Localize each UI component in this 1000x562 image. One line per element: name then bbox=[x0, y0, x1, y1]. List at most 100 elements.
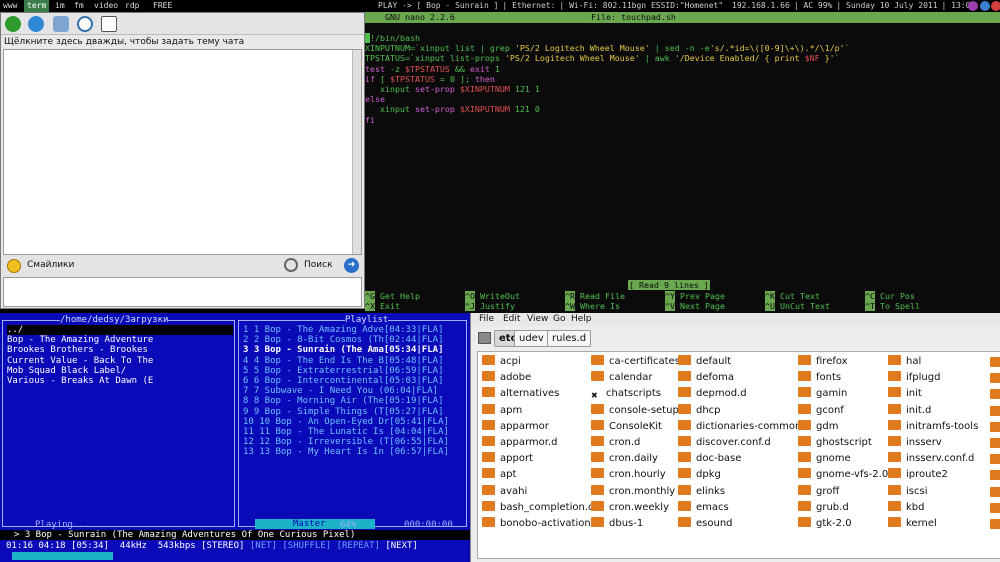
info-icon[interactable] bbox=[28, 16, 44, 32]
folder-item[interactable]: ca-certificates bbox=[591, 354, 680, 370]
folder-item[interactable]: discover.conf.d bbox=[678, 435, 796, 451]
file-entry[interactable]: Various - Breaks At Dawn (E bbox=[7, 376, 233, 386]
folder-item[interactable]: ifplugd bbox=[888, 370, 998, 386]
chat-messages[interactable] bbox=[3, 49, 362, 255]
send-icon[interactable]: ➜ bbox=[344, 258, 359, 273]
file-entry[interactable]: Bop - The Amazing Adventure bbox=[7, 335, 233, 345]
folder-item[interactable]: iproute2 bbox=[888, 467, 998, 483]
folder-item[interactable]: acpi bbox=[482, 354, 590, 370]
tray-icon[interactable] bbox=[980, 1, 990, 11]
folder-item[interactable]: esound bbox=[678, 516, 796, 532]
code-editor[interactable]: #!/bin/bash XINPUTNUM=`xinput list | grep… bbox=[365, 33, 850, 125]
folder-item[interactable]: ConsoleKit bbox=[591, 419, 677, 435]
file-list[interactable]: ../Bop - The Amazing Adventure Brookes Br… bbox=[7, 325, 233, 386]
workspace-www[interactable]: www bbox=[0, 0, 20, 12]
folder-item[interactable]: hal bbox=[888, 354, 998, 370]
folder-item[interactable]: bash_completion.d bbox=[482, 500, 594, 516]
smiley-icon[interactable] bbox=[7, 259, 21, 273]
workspace-video[interactable]: video bbox=[91, 0, 121, 12]
search-button[interactable]: Поиск bbox=[304, 260, 333, 270]
folder-item[interactable]: gconf bbox=[798, 403, 886, 419]
folder-item[interactable]: kernel bbox=[888, 516, 998, 532]
playlist-track[interactable]: 7 7 Subwave - I Need You (06:04|FLA] bbox=[243, 386, 465, 396]
folder-item[interactable]: init bbox=[888, 386, 998, 402]
folder-item[interactable]: cron.hourly bbox=[591, 467, 677, 483]
file-entry[interactable]: ../ bbox=[7, 325, 233, 336]
chat-scrollbar[interactable] bbox=[352, 50, 361, 254]
folder-item[interactable]: cron.weekly bbox=[591, 500, 677, 516]
playlist-track[interactable]: 9 9 Bop - Simple Things (T[05:27|FLA] bbox=[243, 407, 465, 417]
tray-icon[interactable] bbox=[968, 1, 978, 11]
folder-item[interactable]: elinks bbox=[678, 484, 796, 500]
folder-item[interactable]: cron.monthly bbox=[591, 484, 677, 500]
folder-item[interactable]: gnome bbox=[798, 451, 886, 467]
playlist-track[interactable]: 6 6 Bop - Intercontinental[05:03|FLA] bbox=[243, 376, 465, 386]
file-entry[interactable]: Mob Squad Black Label/ bbox=[7, 366, 233, 376]
playlist-track[interactable]: 2 2 Bop - 8-Bit Cosmos (Th[02:44|FLA] bbox=[243, 335, 465, 345]
folder-item[interactable]: groff bbox=[798, 484, 886, 500]
folder-item[interactable]: gdm bbox=[798, 419, 886, 435]
playlist-track[interactable]: 12 12 Bop - Irreversible (T[06:55|FLA] bbox=[243, 437, 465, 447]
folder-item[interactable]: adobe bbox=[482, 370, 590, 386]
folder-item[interactable]: kbd bbox=[888, 500, 998, 516]
folder-item[interactable]: dpkg bbox=[678, 467, 796, 483]
progress-bar[interactable] bbox=[12, 552, 113, 560]
history-icon[interactable] bbox=[77, 16, 93, 32]
playlist[interactable]: 1 1 Bop - The Amazing Adve[04:33|FLA] 2 2… bbox=[243, 325, 465, 458]
folder-item[interactable]: emacs bbox=[678, 500, 796, 516]
folder-item[interactable]: ghostscript bbox=[798, 435, 886, 451]
chat-topic[interactable]: Щёлкните здесь дважды, чтобы задать тему… bbox=[4, 37, 244, 47]
back-icon[interactable] bbox=[5, 16, 21, 32]
folder-item[interactable]: grub.d bbox=[798, 500, 886, 516]
folder-item[interactable]: apparmor bbox=[482, 419, 590, 435]
folder-item[interactable]: gtk-2.0 bbox=[798, 516, 886, 532]
workspace-term[interactable]: term bbox=[24, 0, 50, 12]
folder-item[interactable]: apm bbox=[482, 403, 590, 419]
playlist-track[interactable]: 5 5 Bop - Extraterrestrial[06:59|FLA] bbox=[243, 366, 465, 376]
workspace-im[interactable]: im bbox=[52, 0, 68, 12]
folder-item[interactable]: init.d bbox=[888, 403, 998, 419]
folder-item[interactable]: bonobo-activation bbox=[482, 516, 591, 532]
message-input[interactable] bbox=[3, 277, 362, 307]
menu-go[interactable]: Go bbox=[553, 313, 565, 326]
tray-icon[interactable] bbox=[991, 1, 1000, 11]
playlist-track[interactable]: 4 4 Bop - The End Is The B[05:48|FLA] bbox=[243, 356, 465, 366]
file-entry[interactable]: Current Value - Back To The bbox=[7, 356, 233, 366]
search-icon[interactable] bbox=[284, 258, 298, 272]
folder-item[interactable]: initramfs-tools bbox=[888, 419, 998, 435]
master-volume[interactable]: Master bbox=[255, 519, 375, 529]
workspace-rdp[interactable]: rdp bbox=[122, 0, 142, 12]
folder-item[interactable]: cron.d bbox=[591, 435, 677, 451]
book-icon[interactable] bbox=[101, 16, 117, 32]
folder-item[interactable]: dbus-1 bbox=[591, 516, 677, 532]
folder-item[interactable]: alternatives bbox=[482, 386, 590, 402]
crumb-udev[interactable]: udev bbox=[514, 330, 549, 347]
menu-help[interactable]: Help bbox=[571, 313, 592, 326]
folder-item[interactable]: iscsi bbox=[888, 484, 998, 500]
folder-item[interactable]: gamin bbox=[798, 386, 886, 402]
folder-item[interactable]: calendar bbox=[591, 370, 677, 386]
folder-item[interactable]: dhcp bbox=[678, 403, 796, 419]
menu-edit[interactable]: Edit bbox=[503, 313, 520, 326]
folder-item[interactable]: firefox bbox=[798, 354, 886, 370]
drive-icon[interactable] bbox=[478, 332, 491, 344]
folder-item[interactable]: ✖ chatscripts bbox=[591, 386, 677, 402]
folder-item[interactable]: gnome-vfs-2.0 bbox=[798, 467, 888, 483]
playlist-track[interactable]: 11 11 Bop - The Lunatic Is [04:04|FLA] bbox=[243, 427, 465, 437]
menu-file[interactable]: File bbox=[479, 313, 494, 326]
folder-item[interactable]: apparmor.d bbox=[482, 435, 590, 451]
menu-view[interactable]: View bbox=[527, 313, 548, 326]
folder-item[interactable]: apport bbox=[482, 451, 590, 467]
folder-item[interactable]: default bbox=[678, 354, 796, 370]
folder-item[interactable]: cron.daily bbox=[591, 451, 677, 467]
file-view[interactable]: acpi adobe alternatives apm apparmor apparmor… bbox=[477, 351, 1000, 559]
playlist-track[interactable]: 10 10 Bop - An Open-Eyed Dr[05:41|FLA] bbox=[243, 417, 465, 427]
folder-item[interactable]: apt bbox=[482, 467, 590, 483]
folder-item[interactable]: fonts bbox=[798, 370, 886, 386]
playlist-track[interactable]: 8 8 Bop - Morning Air (The[05:19|FLA] bbox=[243, 396, 465, 406]
folder-item[interactable]: insserv bbox=[888, 435, 998, 451]
folder-item[interactable]: defoma bbox=[678, 370, 796, 386]
folder-item[interactable]: console-setup bbox=[591, 403, 679, 419]
workspace-free[interactable]: FREE bbox=[150, 0, 175, 12]
folder-item[interactable]: depmod.d bbox=[678, 386, 796, 402]
